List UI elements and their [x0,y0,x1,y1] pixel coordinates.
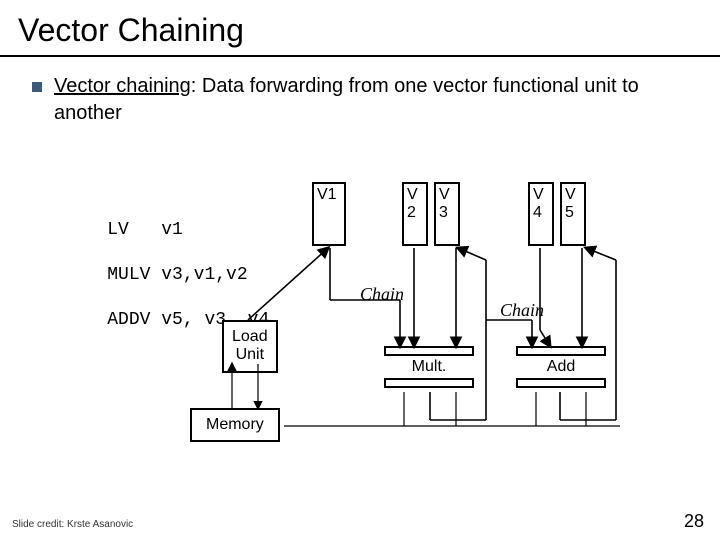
slide: Vector Chaining Vector chaining: Data fo… [0,0,720,540]
wiring-svg [0,0,720,540]
slide-credit: Slide credit: Krste Asanovic [12,519,133,530]
slide-number: 28 [684,511,704,532]
